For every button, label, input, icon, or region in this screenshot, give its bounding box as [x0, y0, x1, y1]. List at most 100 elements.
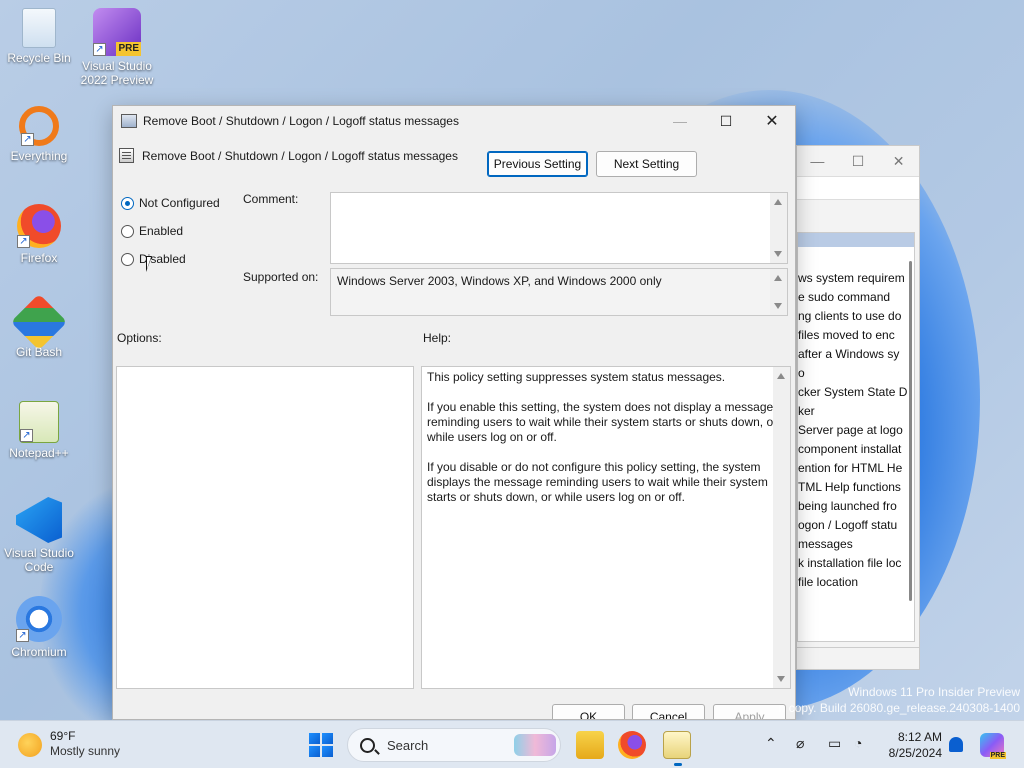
desktop-icon-everything[interactable]: ↗ Everything — [1, 106, 77, 163]
radio-disabled[interactable]: Disabled — [121, 252, 186, 266]
policy-list-item[interactable]: ker — [798, 402, 914, 421]
supported-on-value: Windows Server 2003, Windows XP, and Win… — [337, 274, 662, 288]
file-explorer-icon[interactable] — [576, 731, 604, 759]
help-paragraph: If you enable this setting, the system d… — [427, 400, 778, 444]
next-setting-button[interactable]: Next Setting — [596, 151, 697, 177]
policy-header: Remove Boot / Shutdown / Logon / Logoff … — [119, 148, 458, 163]
list-column-header[interactable] — [798, 233, 914, 247]
radio-circle-icon[interactable] — [121, 224, 134, 238]
supported-scrollbar[interactable] — [770, 269, 787, 315]
weather-widget[interactable]: 69°F Mostly sunny — [18, 729, 120, 759]
radio-circle-selected-icon[interactable] — [121, 196, 134, 210]
notepad-plus-plus-icon: ↗ — [19, 401, 59, 443]
previous-setting-button[interactable]: Previous Setting — [487, 151, 588, 177]
maximize-icon[interactable]: ☐ — [838, 153, 879, 170]
radio-label: Enabled — [139, 224, 184, 238]
comment-textarea[interactable] — [330, 192, 788, 264]
radio-not-configured[interactable]: Not Configured — [121, 196, 220, 210]
shortcut-arrow-icon: ↗ — [16, 629, 29, 642]
policy-name: Remove Boot / Shutdown / Logon / Logoff … — [142, 148, 458, 163]
vscode-icon — [16, 497, 62, 543]
git-bash-icon — [10, 293, 68, 351]
policy-list-item[interactable]: k installation file loc — [798, 554, 914, 573]
options-panel[interactable] — [116, 366, 414, 689]
shortcut-arrow-icon: ↗ — [93, 43, 106, 56]
network-icon[interactable]: ⌀ — [796, 735, 804, 752]
policy-setting-dialog[interactable]: Remove Boot / Shutdown / Logon / Logoff … — [112, 105, 796, 720]
firefox-taskbar-icon[interactable] — [618, 731, 646, 759]
desktop-icon-git-bash[interactable]: Git Bash — [1, 293, 77, 359]
policy-list-item[interactable]: cker System State D — [798, 383, 914, 402]
supported-on-field: Windows Server 2003, Windows XP, and Win… — [330, 268, 788, 316]
dialog-titlebar[interactable]: Remove Boot / Shutdown / Logon / Logoff … — [113, 106, 795, 136]
minimize-icon[interactable]: — — [797, 153, 838, 169]
background-window-statusbar — [797, 647, 919, 669]
help-scrollbar[interactable] — [773, 367, 790, 688]
radio-label: Not Configured — [139, 196, 220, 210]
policy-list-item[interactable]: o — [798, 364, 914, 383]
desktop-icon-firefox[interactable]: ↗ Firefox — [1, 204, 77, 265]
policy-list-item[interactable]: after a Windows sy — [798, 345, 914, 364]
help-panel[interactable]: This policy setting suppresses system st… — [421, 366, 791, 689]
desktop-icon-notepadpp[interactable]: ↗ Notepad++ — [1, 401, 77, 460]
policy-list-item[interactable]: ogon / Logoff statu — [798, 516, 914, 535]
taskbar: 69°F Mostly sunny Search ⌃ ⌀ ▭ ◔ 8:12 AM… — [0, 720, 1024, 768]
supported-on-label: Supported on: — [243, 270, 319, 284]
display-icon[interactable]: ▭ — [828, 735, 841, 752]
desktop-icon-visual-studio[interactable]: ↗ PRE Visual Studio 2022 Preview — [79, 8, 155, 87]
recycle-bin-icon — [22, 8, 56, 48]
desktop-icon-label: Firefox — [20, 251, 58, 265]
close-icon[interactable]: ✕ — [878, 153, 919, 170]
close-icon[interactable]: ✕ — [749, 106, 795, 136]
policy-list-item[interactable]: component installat — [798, 440, 914, 459]
policy-list-item[interactable]: Server page at logo — [798, 421, 914, 440]
desktop-icon-recycle-bin[interactable]: Recycle Bin — [1, 8, 77, 65]
notepad-taskbar-icon[interactable] — [663, 731, 691, 766]
background-window-titlebar: — ☐ ✕ — [797, 146, 919, 176]
background-window-toolbar — [797, 176, 919, 200]
desktop-icon-label: Recycle Bin — [7, 51, 71, 65]
minimize-icon[interactable]: — — [657, 106, 703, 136]
volume-icon[interactable]: ◔ — [854, 735, 862, 751]
firefox-icon: ↗ — [17, 204, 61, 248]
help-label: Help: — [423, 331, 452, 345]
notification-bell-icon[interactable] — [949, 737, 963, 752]
clock[interactable]: 8:12 AM 8/25/2024 — [878, 729, 942, 761]
weather-temp: 69°F — [50, 729, 76, 743]
list-scrollbar[interactable] — [909, 261, 912, 601]
policy-list-item[interactable]: TML Help functions — [798, 478, 914, 497]
desktop-icon-vscode[interactable]: Visual Studio Code — [1, 497, 77, 574]
policy-list-item[interactable]: messages — [798, 535, 914, 554]
policy-list-item[interactable]: ention for HTML He — [798, 459, 914, 478]
policy-list-item[interactable]: files moved to enc — [798, 326, 914, 345]
copilot-icon[interactable]: PRE — [980, 733, 1006, 759]
radio-enabled[interactable]: Enabled — [121, 224, 183, 238]
background-policy-window[interactable]: — ☐ ✕ ws system requirem e sudo command ng… — [796, 145, 920, 670]
comment-scrollbar[interactable] — [770, 193, 787, 263]
policy-list-item[interactable]: ws system requirem — [798, 269, 914, 288]
taskbar-search-box[interactable]: Search — [347, 728, 561, 762]
background-policy-list[interactable]: ws system requirem e sudo command ng clien… — [797, 232, 915, 642]
policy-list-item[interactable]: being launched fro — [798, 497, 914, 516]
clock-time: 8:12 AM — [897, 730, 942, 744]
chevron-up-icon[interactable]: ⌃ — [765, 735, 777, 752]
watermark-line2: n copy. Build 26080.ge_release.240308-14… — [778, 701, 1020, 715]
search-highlight-icon — [514, 734, 556, 756]
cancel-button[interactable]: Cancel — [632, 704, 705, 719]
dialog-title: Remove Boot / Shutdown / Logon / Logoff … — [143, 114, 459, 128]
ok-button[interactable]: OK — [552, 704, 625, 719]
shortcut-arrow-icon: ↗ — [21, 133, 34, 146]
radio-circle-icon[interactable] — [121, 252, 134, 266]
policy-list-item[interactable]: ng clients to use do — [798, 307, 914, 326]
policy-list-item[interactable]: e sudo command — [798, 288, 914, 307]
shortcut-arrow-icon: ↗ — [20, 429, 33, 442]
weather-sun-icon — [18, 733, 42, 757]
desktop-icon-label: Chromium — [11, 645, 67, 659]
start-button[interactable] — [309, 733, 333, 757]
policy-list-item[interactable]: file location — [798, 573, 914, 592]
desktop-icon-chromium[interactable]: ↗ Chromium — [1, 596, 77, 659]
apply-button[interactable]: Apply — [713, 704, 786, 719]
clock-date: 8/25/2024 — [888, 746, 942, 760]
mouse-cursor-icon — [146, 256, 152, 272]
maximize-icon[interactable]: ☐ — [703, 106, 749, 136]
